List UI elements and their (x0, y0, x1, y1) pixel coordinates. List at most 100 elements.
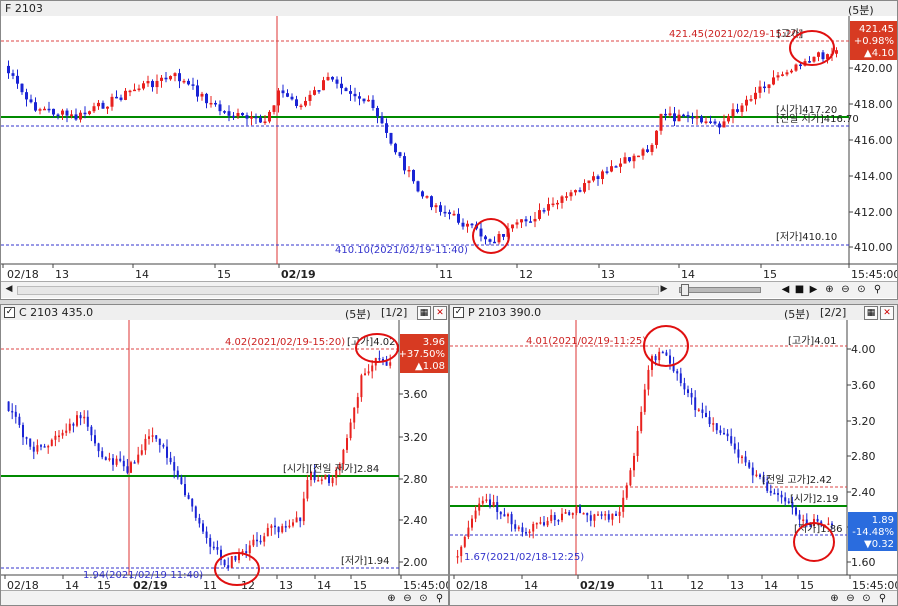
candle-body (263, 536, 266, 542)
candle-body (474, 510, 477, 519)
candle-body (274, 525, 276, 528)
candle-body (463, 536, 466, 547)
futures-scrollbar[interactable]: ◀ ▶ ◀ ■ ▶ ⊕ ⊖ ⊙ ⚲ (1, 281, 897, 298)
x-tick-label: 02/19 (281, 268, 316, 281)
x-tick-label: 11 (439, 268, 453, 281)
candle-body (605, 171, 609, 173)
candle-body (317, 480, 320, 482)
candle-body (7, 401, 10, 411)
futures-chart-pane: F 2103 (5분) 420.00 418.00 416.00 414.00 412.… (0, 0, 898, 300)
search-icon[interactable]: ⚲ (433, 592, 446, 605)
candle-body (407, 169, 411, 172)
candle-body (520, 219, 523, 223)
candle-body (376, 108, 379, 117)
candle-body (687, 389, 689, 393)
candle-body (97, 443, 100, 452)
candle-body (835, 50, 838, 54)
search-icon[interactable]: ⚲ (871, 283, 884, 296)
candle-body (166, 446, 168, 458)
candle-body (371, 99, 375, 109)
call-candle-chart[interactable]: 3.603.202.802.402.0002/18 14 15 02/19 11 12 13… (1, 320, 448, 590)
candle-body (457, 213, 460, 223)
candle-body (142, 83, 145, 89)
candle-body (795, 507, 797, 515)
candle-body (578, 190, 582, 192)
x-tick-label: 12 (519, 268, 533, 281)
grid-icon[interactable]: ▦ (864, 306, 878, 320)
candle-body (389, 132, 393, 144)
prev-icon[interactable]: ◀ (779, 283, 792, 296)
zoom-reset-icon[interactable]: ⊙ (417, 592, 430, 605)
price-badge-text: 1.89 (872, 515, 894, 526)
candle-body (364, 373, 366, 376)
zoom-slider[interactable] (679, 287, 761, 293)
candle-body (178, 73, 181, 82)
put-checkbox[interactable]: ✓ (453, 307, 464, 318)
zoom-in-icon[interactable]: ⊕ (385, 592, 398, 605)
candle-body (664, 113, 667, 116)
grid-icon[interactable]: ▦ (417, 306, 431, 320)
candle-body (268, 111, 271, 122)
zoom-out-icon[interactable]: ⊖ (844, 592, 857, 605)
x-tick-label: 02/18 (7, 268, 39, 281)
scroll-left-icon[interactable]: ◀ (4, 284, 14, 295)
candle-body (456, 556, 459, 558)
y-tick-label: 3.20 (851, 415, 876, 428)
next-icon[interactable]: ▶ (807, 283, 820, 296)
candle-body (708, 417, 711, 425)
candle-body (61, 432, 64, 436)
candle-body (607, 514, 610, 520)
candle-body (277, 90, 280, 106)
zoom-out-icon[interactable]: ⊖ (839, 283, 852, 296)
candle-body (618, 511, 621, 516)
y-tick-label: 412.00 (854, 206, 893, 219)
call-checkbox[interactable]: ✓ (4, 307, 15, 318)
candle-body (191, 498, 194, 507)
zoom-reset-icon[interactable]: ⊙ (860, 592, 873, 605)
zoom-reset-icon[interactable]: ⊙ (855, 283, 868, 296)
candle-body (36, 445, 39, 452)
candle-body (665, 352, 668, 356)
candle-body (184, 484, 186, 496)
candle-body (808, 61, 811, 63)
candle-body (767, 84, 771, 89)
candle-body (412, 169, 415, 182)
candle-body (622, 497, 625, 512)
close-icon[interactable]: ✕ (880, 306, 894, 320)
candle-body (521, 527, 524, 533)
candle-body (187, 495, 190, 499)
candle-body (636, 430, 639, 456)
candle-body (781, 74, 784, 76)
futures-candle-chart[interactable]: 420.00 418.00 416.00 414.00 412.00 410.00 02/1… (1, 16, 897, 281)
candle-body (478, 503, 481, 511)
candle-body (646, 149, 649, 152)
candle-body (430, 196, 433, 208)
plot-bg (1, 320, 448, 590)
candle-body (574, 190, 577, 193)
put-candle-chart[interactable]: 4.003.603.202.802.402.001.6002/181402/19… (450, 320, 897, 590)
candle-body (673, 113, 676, 122)
close-icon[interactable]: ✕ (433, 306, 447, 320)
candle-body (668, 113, 672, 116)
x-tick-label: 02/19 (580, 579, 615, 590)
candle-body (655, 130, 658, 145)
scroll-track[interactable] (17, 286, 659, 295)
candle-body (356, 397, 359, 408)
candle-body (751, 467, 754, 476)
candle-body (227, 111, 231, 116)
price-badge-text: ▼0.32 (864, 539, 894, 550)
x-tick-label: 14 (524, 579, 538, 590)
candle-body (266, 527, 269, 537)
put-chart-pane: ✓ P 2103 390.0 (5분) [2/2] ▦ ✕ 4.00 3.60 3.… (449, 304, 898, 606)
candle-body (52, 108, 55, 115)
zoom-in-icon[interactable]: ⊕ (828, 592, 841, 605)
zoom-slider-knob[interactable] (681, 284, 689, 296)
stop-icon[interactable]: ■ (793, 283, 806, 296)
x-tick-label: 14 (764, 579, 778, 590)
candle-body (335, 79, 339, 84)
search-icon[interactable]: ⚲ (876, 592, 889, 605)
scroll-right-icon[interactable]: ▶ (659, 284, 669, 295)
zoom-out-icon[interactable]: ⊖ (401, 592, 414, 605)
candle-body (583, 183, 586, 192)
zoom-in-icon[interactable]: ⊕ (823, 283, 836, 296)
